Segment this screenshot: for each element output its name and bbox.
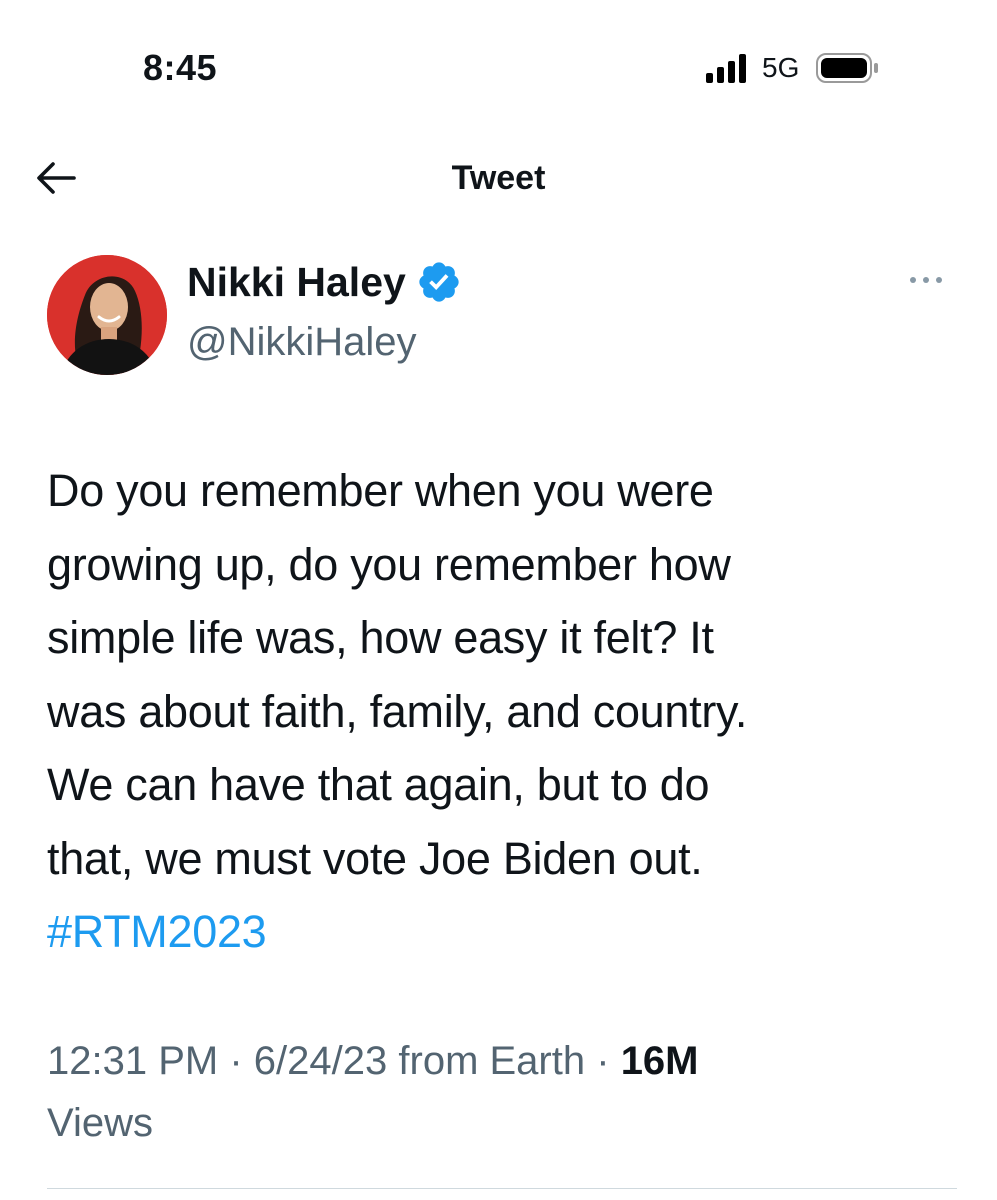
views-label[interactable]: Views	[47, 1101, 153, 1145]
views-count[interactable]: 16M	[621, 1039, 699, 1083]
page-title: Tweet	[451, 159, 546, 197]
author-handle[interactable]: @NikkiHaley	[187, 316, 417, 368]
status-bar-time: 8:45	[143, 47, 218, 88]
hashtag-link[interactable]: #RTM2023	[47, 906, 267, 957]
tweet-date[interactable]: 6/24/23	[254, 1039, 387, 1083]
author-name-row[interactable]: Nikki Haley	[187, 254, 462, 310]
meta-separator: ·	[229, 1039, 243, 1083]
status-bar-indicators: 5G	[706, 50, 881, 86]
battery-icon	[815, 52, 881, 84]
meta-separator: ·	[596, 1039, 610, 1083]
tweet-metadata: 12:31 PM · 6/24/23 from Earth · 16M View…	[47, 1030, 947, 1154]
author-name[interactable]: Nikki Haley	[187, 256, 406, 308]
more-horizontal-icon[interactable]	[904, 268, 948, 292]
network-type: 5G	[762, 52, 800, 83]
tweet-source: from Earth	[398, 1039, 586, 1083]
signal-icon	[706, 53, 746, 83]
tweet-body: Do you remember when you were growing up…	[47, 454, 957, 969]
tweet-text: Do you remember when you were growing up…	[47, 465, 748, 884]
avatar[interactable]	[47, 255, 167, 375]
verified-badge-icon	[416, 259, 462, 305]
tweet-time[interactable]: 12:31 PM	[47, 1039, 218, 1083]
divider	[47, 1188, 957, 1189]
